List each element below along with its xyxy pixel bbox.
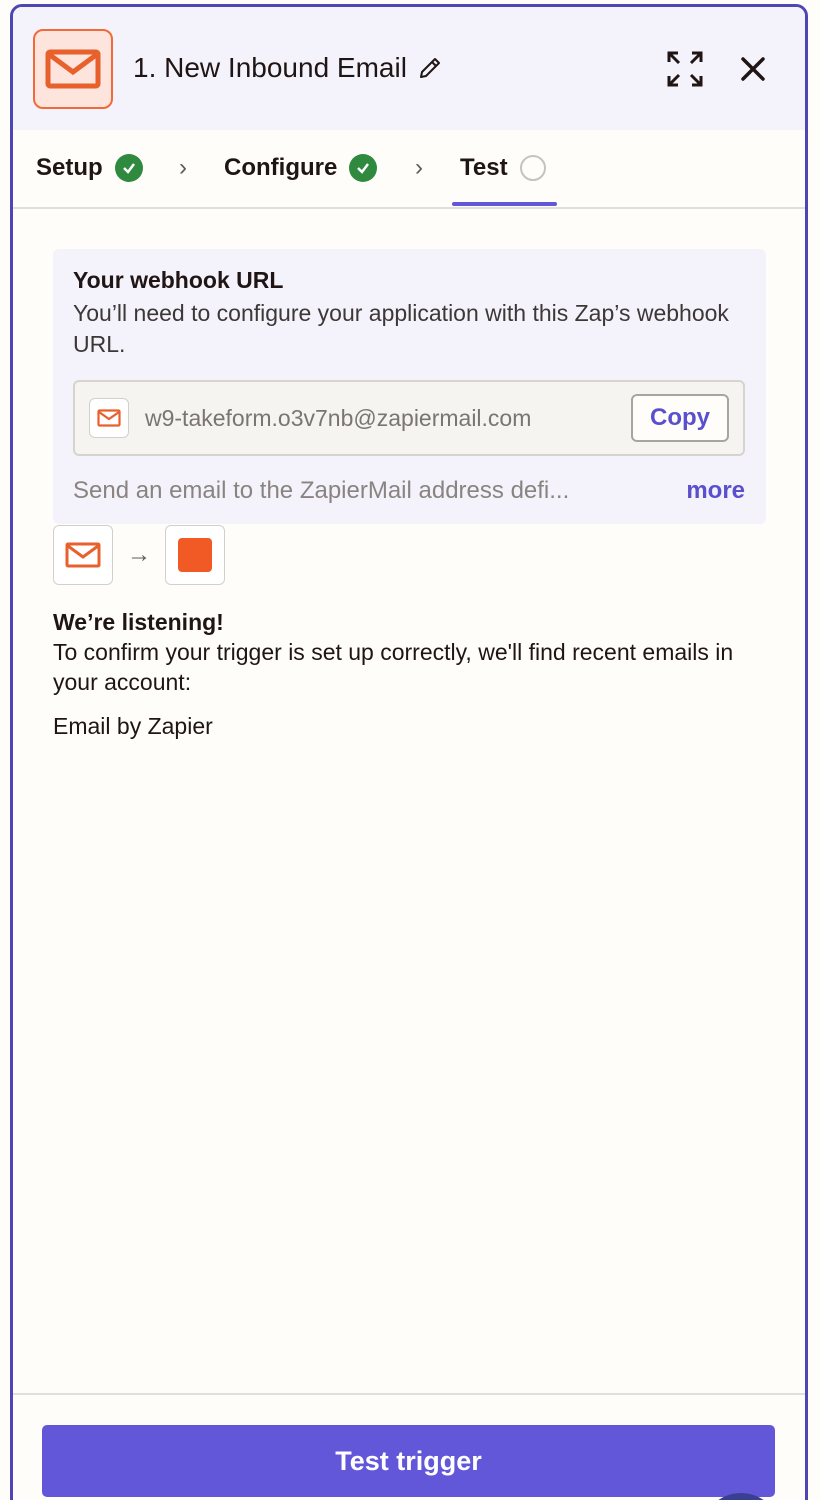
tab-test-label: Test [460,154,508,181]
more-link[interactable]: more [686,477,745,505]
close-icon [741,57,765,81]
pending-circle-icon [519,155,546,181]
tab-configure-label: Configure [224,154,338,181]
webhook-card: Your webhook URL You’ll need to configur… [53,249,766,524]
step-tabs: Setup › Configure › Test [13,130,805,209]
app-placeholder-icon [165,525,225,585]
footer-divider [13,1393,805,1395]
chevron-right-icon: › [179,154,187,181]
tab-setup-label: Setup [36,154,103,181]
chevron-right-icon: › [415,154,423,181]
close-button[interactable] [733,49,773,89]
step-title-text: 1. New Inbound Email [133,52,407,83]
tab-test[interactable]: Test [460,154,546,182]
step-header: 1. New Inbound Email [13,7,805,130]
listening-section: We’re listening! To confirm your trigger… [53,607,753,740]
active-tab-indicator [452,202,557,206]
arrow-right-icon: → [127,541,151,568]
webhook-url-field[interactable]: w9-takeform.o3v7nb@zapiermail.com Copy [73,380,745,456]
app-flow: → [53,525,225,585]
tab-configure[interactable]: Configure [224,154,378,182]
email-envelope-icon [53,525,113,585]
webhook-help-text: Send an email to the ZapierMail address … [73,477,570,504]
check-circle-icon [349,154,378,182]
email-envelope-icon [89,398,129,438]
listening-title: We’re listening! [53,609,224,635]
listening-description: To confirm your trigger is set up correc… [53,639,734,695]
test-trigger-button[interactable]: Test trigger [42,1425,775,1497]
webhook-title: Your webhook URL [73,267,284,293]
check-circle-icon [114,154,143,182]
webhook-description: You’ll need to configure your applicatio… [73,300,729,357]
pencil-icon[interactable] [417,55,443,81]
step-panel: 1. New Inbound Email Setup › Configure ›… [10,4,808,1500]
tab-setup[interactable]: Setup [36,154,143,182]
copy-button[interactable]: Copy [631,394,729,442]
expand-icon [667,51,703,87]
listening-app-name: Email by Zapier [53,713,213,739]
expand-button[interactable] [665,49,705,89]
webhook-url-value[interactable]: w9-takeform.o3v7nb@zapiermail.com [145,405,631,432]
email-envelope-icon [33,29,113,109]
webhook-help-row: Send an email to the ZapierMail address … [73,477,745,505]
step-title[interactable]: 1. New Inbound Email [133,52,443,84]
